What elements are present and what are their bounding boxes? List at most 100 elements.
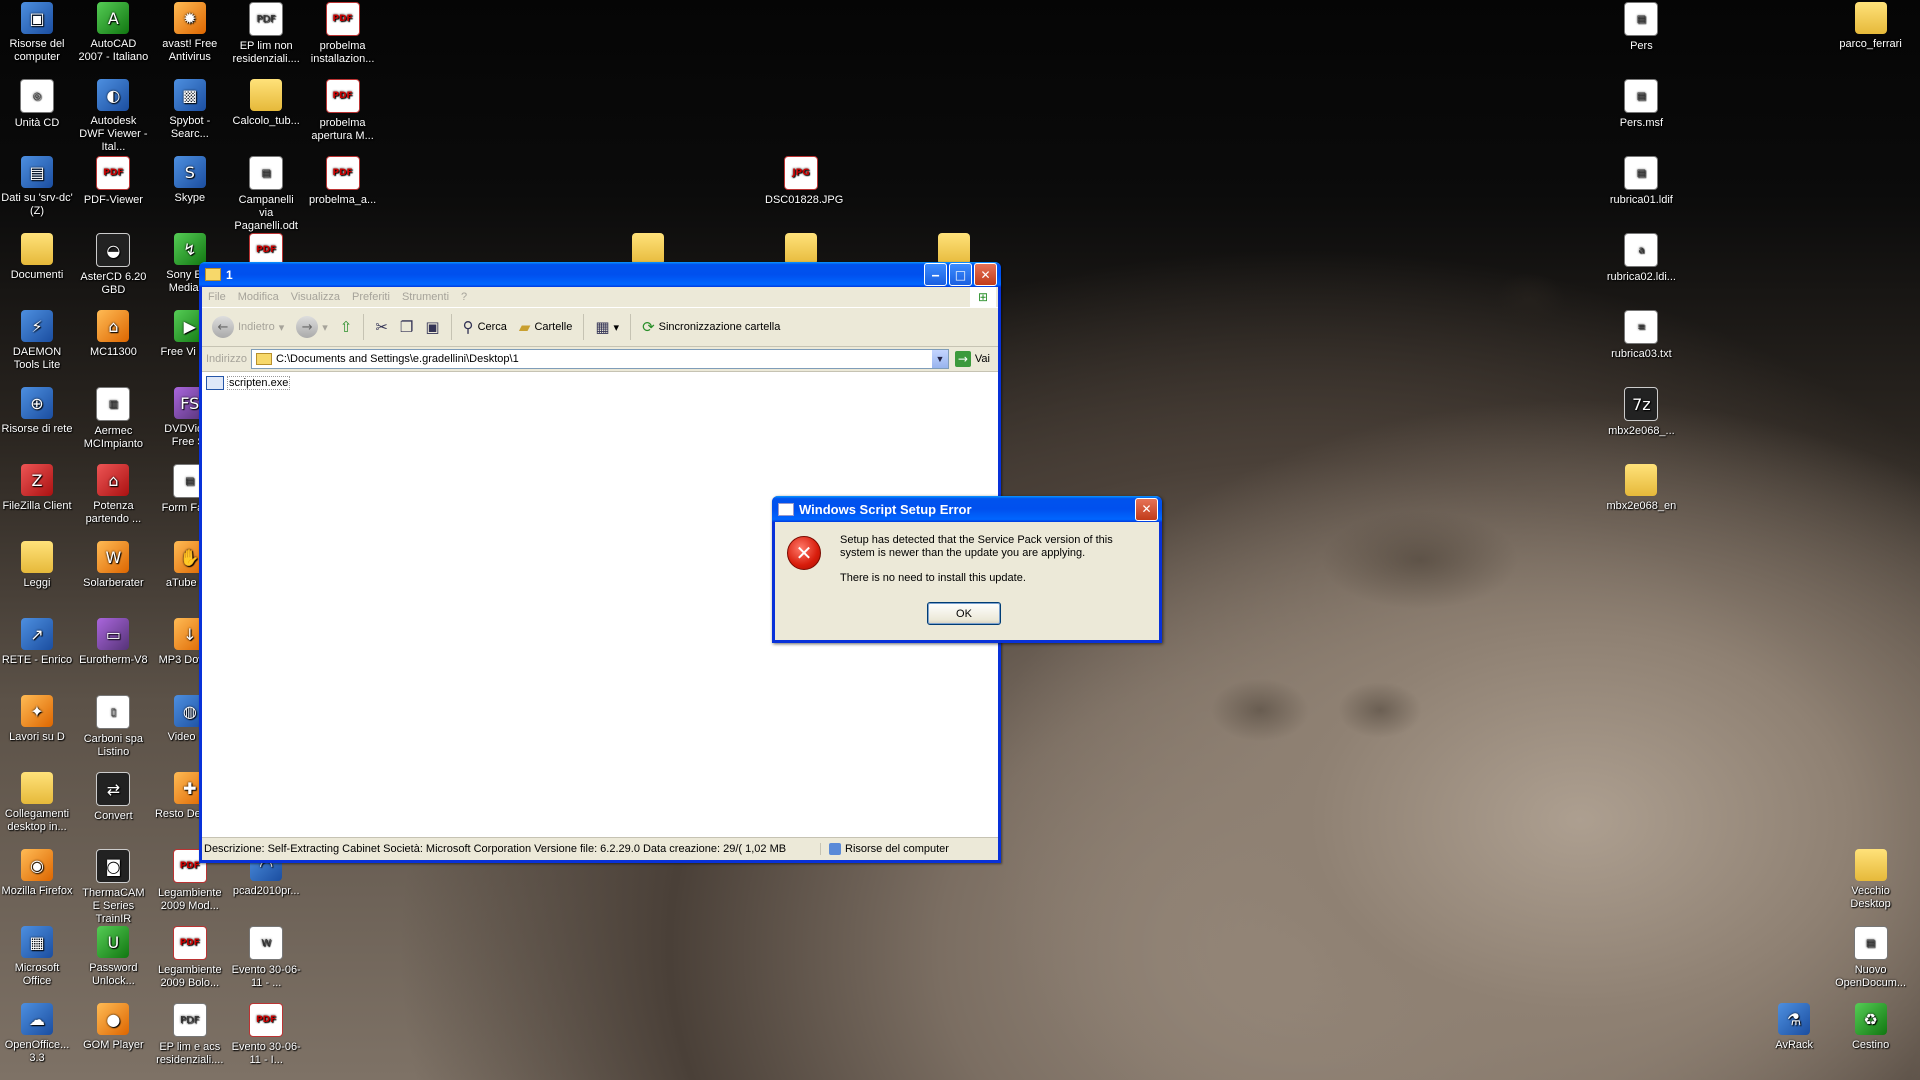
desktop-icon[interactable]: ⌂ Potenza partendo ... xyxy=(77,464,149,526)
pdf-file-icon: PDF xyxy=(325,2,360,36)
desktop-icon[interactable]: Z FileZilla Client xyxy=(1,464,73,513)
desktop-icon[interactable]: ▩ Spybot - Searc... xyxy=(154,79,226,141)
desktop-icon-label: Aermec MCImpianto xyxy=(83,425,144,450)
status-description: Descrizione: Self-Extracting Cabinet Soc… xyxy=(202,843,821,855)
desktop-icon[interactable]: PDF Evento 30-06-11 - I... xyxy=(230,1003,302,1067)
desktop-icon[interactable]: PDF Legambiente 2009 Bolo... xyxy=(154,926,226,990)
desktop-icon[interactable]: PDF PDF-Viewer xyxy=(77,156,149,207)
desktop-icon[interactable]: ↗ RETE - Enrico xyxy=(1,618,73,667)
desktop-icon[interactable]: ◉ Mozilla Firefox xyxy=(1,849,73,898)
desktop-icon[interactable]: U Password Unlock... xyxy=(77,926,149,988)
desktop-icon[interactable]: JPG DSC01828.JPG xyxy=(765,156,843,207)
desktop-icon[interactable]: ▤ Campanelli via Paganelli.odt xyxy=(230,156,302,233)
desktop-icon[interactable]: W Evento 30-06-11 - ... xyxy=(230,926,302,990)
desktop-icon[interactable]: ◐ Autodesk DWF Viewer - Ital... xyxy=(77,79,149,154)
desktop-icon[interactable]: ▤ Dati su 'srv-dc' (Z) xyxy=(1,156,73,218)
desktop-icon[interactable]: ◒ AsterCD 6.20 GBD xyxy=(77,233,149,297)
desktop-icon[interactable]: S Skype xyxy=(154,156,226,205)
folder-icon xyxy=(21,772,53,804)
desktop-icon[interactable]: ● GOM Player xyxy=(77,1003,149,1052)
desktop-icon[interactable]: ▤ Pers.msf xyxy=(1605,79,1677,130)
menu-modifica[interactable]: Modifica xyxy=(232,291,285,303)
desktop-icon[interactable]: ⌂ MC11300 xyxy=(77,310,149,359)
desktop-icon[interactable]: ▯ Carboni spa Listino xyxy=(77,695,149,759)
back-button[interactable]: ← Indietro ▾ xyxy=(208,314,288,340)
desktop-icon[interactable]: PDF probelma installazion... xyxy=(307,2,379,66)
desktop-icon[interactable]: ▤ Nuovo OpenDocum... xyxy=(1835,926,1907,990)
network-drive-icon: ▤ xyxy=(21,156,53,188)
desktop-icon[interactable]: Leggi xyxy=(1,541,73,590)
address-input[interactable]: C:\Documents and Settings\e.gradellini\D… xyxy=(250,349,949,369)
desktop-icon[interactable]: ✹ avast! Free Antivirus xyxy=(154,2,226,64)
desktop-icon[interactable]: ⇄ Convert xyxy=(77,772,149,823)
close-button[interactable]: ✕ xyxy=(974,263,997,286)
desktop-icon[interactable]: PDF EP lim e acs residenziali.... xyxy=(154,1003,226,1067)
menu-file[interactable]: File xyxy=(202,291,232,303)
desktop-icon[interactable]: Collegamenti desktop in... xyxy=(1,772,73,834)
desktop-icon-label: probelma apertura M... xyxy=(311,117,374,142)
desktop-icon[interactable]: ⚗ AvRack xyxy=(1758,1003,1830,1052)
menu-visualizza[interactable]: Visualizza xyxy=(285,291,346,303)
menu-strumenti[interactable]: Strumenti xyxy=(396,291,455,303)
house-icon: ⌂ xyxy=(97,464,130,496)
menu-preferiti[interactable]: Preferiti xyxy=(346,291,396,303)
desktop-icon[interactable]: ▣ Risorse del computer xyxy=(1,2,73,64)
desktop-icon[interactable]: mbx2e068_en xyxy=(1605,464,1677,513)
desktop-icon[interactable]: W Solarberater xyxy=(77,541,149,590)
desktop-icon[interactable]: ♻ Cestino xyxy=(1835,1003,1907,1052)
desktop-icon[interactable]: parco_ferrari xyxy=(1835,2,1907,51)
go-button[interactable]: → Vai xyxy=(954,351,990,367)
desktop-icon[interactable]: Vecchio Desktop xyxy=(1835,849,1907,911)
dialog-titlebar[interactable]: Windows Script Setup Error ✕ xyxy=(772,496,1162,522)
desktop-icon[interactable]: ◙ ThermaCAM E Series TrainIR xyxy=(77,849,149,926)
firefox-icon: ◉ xyxy=(21,849,53,881)
ok-button[interactable]: OK xyxy=(927,602,1001,625)
desktop-icon-label: Risorse del computer xyxy=(9,38,65,63)
desktop-icon[interactable]: ▭ Eurotherm-V8 xyxy=(77,618,149,667)
desktop-icon[interactable]: PDF probelma_a... xyxy=(307,156,379,207)
maximize-button[interactable]: □ xyxy=(949,263,972,286)
explorer-titlebar[interactable]: 1 ‒ □ ✕ xyxy=(199,262,1001,287)
desktop-icon[interactable]: ◎ Unità CD xyxy=(1,79,73,130)
desktop-icon[interactable]: ⚡ DAEMON Tools Lite xyxy=(1,310,73,372)
7zip-file-icon: 7z xyxy=(1624,387,1659,421)
copy-button[interactable]: ❐ xyxy=(396,316,417,338)
desktop-icon[interactable]: PDF EP lim non residenziali.... xyxy=(230,2,302,66)
folders-button[interactable]: ▰ Cartelle xyxy=(515,316,576,338)
desktop-icon[interactable]: ▦ Microsoft Office xyxy=(1,926,73,988)
desktop-icon[interactable]: ▤ Pers xyxy=(1605,2,1677,53)
menu-help[interactable]: ? xyxy=(455,291,473,303)
forward-button[interactable]: → ▾ xyxy=(292,314,332,340)
avrack-icon: ⚗ xyxy=(1778,1003,1811,1035)
desktop-icon[interactable]: ≡ rubrica03.txt xyxy=(1605,310,1677,361)
paste-button[interactable]: ▣ xyxy=(421,316,443,338)
cut-button[interactable]: ✂ xyxy=(371,316,392,338)
desktop-icon[interactable]: ▤ rubrica01.ldif xyxy=(1605,156,1677,207)
sync-button[interactable]: ⟳ Sincronizzazione cartella xyxy=(638,316,784,338)
views-button[interactable]: ▦ ▾ xyxy=(591,316,623,338)
chevron-down-icon[interactable]: ▼ xyxy=(931,350,948,368)
desktop-icon-label: Risorse di rete xyxy=(1,423,73,435)
desktop-icon[interactable]: A AutoCAD 2007 - Italiano xyxy=(77,2,149,64)
desktop-icon-label: PDF-Viewer xyxy=(83,194,143,206)
search-button[interactable]: ⚲ Cerca xyxy=(459,316,511,338)
desktop-icon[interactable]: Calcolo_tub... xyxy=(230,79,302,128)
desktop-icon[interactable]: ▥ Aermec MCImpianto xyxy=(77,387,149,451)
sync-icon: ⟳ xyxy=(642,318,655,336)
desktop-icon[interactable]: 7z mbx2e068_... xyxy=(1605,387,1677,438)
desktop-icon[interactable]: a rubrica02.ldi... xyxy=(1605,233,1677,284)
folder-icon xyxy=(250,79,283,111)
toolbar-separator xyxy=(450,314,452,340)
desktop-icon[interactable]: PDF probelma apertura M... xyxy=(307,79,379,143)
minimize-button[interactable]: ‒ xyxy=(924,263,947,286)
search-icon: ⚲ xyxy=(462,318,474,336)
desktop-icon[interactable]: ☁ OpenOffice... 3.3 xyxy=(1,1003,73,1065)
desktop-icon[interactable]: ✦ Lavori su D xyxy=(1,695,73,744)
desktop-icon[interactable]: ⊕ Risorse di rete xyxy=(1,387,73,436)
toolbar-separator xyxy=(630,314,632,340)
forward-arrow-icon: → xyxy=(296,316,319,338)
up-folder-button[interactable]: ⇧ xyxy=(336,316,357,338)
desktop-icon[interactable]: Documenti xyxy=(1,233,73,282)
dialog-close-button[interactable]: ✕ xyxy=(1135,497,1158,521)
list-item[interactable]: scripten.exe xyxy=(206,376,291,390)
